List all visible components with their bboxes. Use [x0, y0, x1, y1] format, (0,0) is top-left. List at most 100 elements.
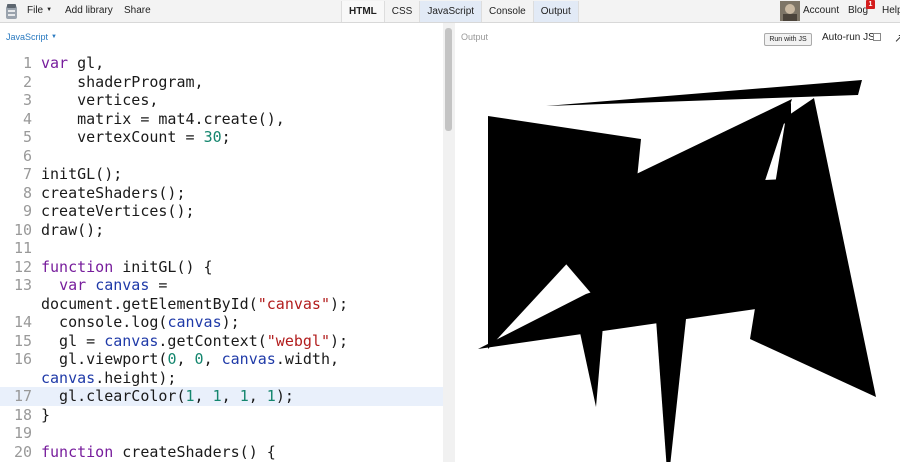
code-token: =: [149, 276, 168, 294]
jsbin-logo-icon[interactable]: [5, 3, 18, 20]
code-line[interactable]: 2 shaderProgram,: [0, 73, 443, 92]
code-token: function: [41, 442, 114, 461]
scrollbar-thumb[interactable]: [445, 28, 452, 131]
code-line[interactable]: 6: [0, 147, 443, 166]
code-token: canvas: [41, 368, 96, 387]
code-token: 1: [212, 387, 222, 405]
code-line[interactable]: canvas.height);: [0, 369, 443, 388]
line-number: 1: [22, 54, 32, 72]
help-menu[interactable]: Help: [882, 5, 900, 16]
code-text: function initGL() {: [41, 258, 213, 277]
code-line[interactable]: 4 matrix = mat4.create(),: [0, 110, 443, 129]
javascript-editor[interactable]: JavaScript ▼ 1 var gl, 2 shaderProgram, 3 ve…: [0, 23, 455, 462]
code-token: "webgl": [266, 331, 330, 350]
code-token: createShaders() {: [122, 442, 276, 461]
code-line[interactable]: 20 function createShaders() {: [0, 443, 443, 462]
chevron-down-icon: ▼: [46, 7, 53, 13]
line-number: 5: [22, 128, 32, 146]
tab-javascript[interactable]: JavaScript: [420, 1, 483, 22]
tab-css[interactable]: CSS: [385, 1, 421, 22]
code-line[interactable]: 11: [0, 239, 443, 258]
code-line[interactable]: 9 createVertices();: [0, 202, 443, 221]
code-text: }: [41, 406, 50, 425]
code-line[interactable]: 3 vertices,: [0, 91, 443, 110]
code-token: .width,: [275, 350, 340, 368]
code-area[interactable]: 1 var gl, 2 shaderProgram, 3 vertices, 4 mat…: [0, 54, 443, 461]
code-text: shaderProgram,: [41, 72, 204, 92]
code-token: 1: [266, 387, 276, 405]
editor-scrollbar[interactable]: [443, 23, 455, 462]
code-line[interactable]: 10 draw();: [0, 221, 443, 240]
code-token: );: [330, 294, 349, 313]
code-line[interactable]: 13 var canvas =: [0, 276, 443, 295]
code-text: createVertices();: [41, 202, 195, 221]
line-number: 7: [22, 165, 32, 183]
blog-menu[interactable]: Blog: [848, 5, 868, 16]
line-number: 16: [13, 350, 32, 368]
code-text: function createShaders() {: [41, 443, 276, 462]
output-label: Output: [461, 32, 489, 42]
code-line[interactable]: 15 gl = canvas.getContext("webgl");: [0, 332, 443, 351]
line-number: 17: [13, 387, 32, 405]
code-token: draw();: [41, 220, 105, 239]
code-line[interactable]: 19: [0, 424, 443, 443]
code-token: 0: [194, 350, 204, 368]
autorun-checkbox[interactable]: [873, 33, 881, 41]
code-line[interactable]: 16 gl.viewport(0, 0, canvas.width,: [0, 350, 443, 369]
line-number: 12: [13, 257, 32, 276]
output-pane: Output Run with JS Auto-run JS ↗: [456, 23, 900, 462]
code-line[interactable]: 14 console.log(canvas);: [0, 313, 443, 332]
code-text: createShaders();: [41, 184, 186, 203]
account-menu[interactable]: Account: [803, 5, 839, 16]
code-token: ,: [221, 387, 240, 405]
code-token: canvas: [221, 350, 276, 368]
line-number: 11: [13, 239, 32, 257]
code-text: vertices,: [41, 91, 158, 110]
code-token: );: [330, 331, 349, 350]
code-token: "canvas": [257, 294, 330, 313]
tab-html[interactable]: HTML: [342, 1, 385, 22]
line-number: 3: [22, 91, 32, 109]
avatar[interactable]: [780, 1, 800, 21]
code-line[interactable]: 7 initGL();: [0, 165, 443, 184]
line-number: 10: [13, 220, 32, 239]
code-token: shaderProgram,: [41, 72, 204, 91]
code-line[interactable]: 5 vertexCount = 30;: [0, 128, 443, 147]
panel-tabs: HTML CSS JavaScript Console Output: [341, 1, 579, 22]
code-line[interactable]: 1 var gl,: [0, 54, 443, 73]
code-token: ,: [203, 350, 222, 368]
expand-arrow-icon[interactable]: ↗: [894, 31, 900, 45]
triangle-shape: [656, 319, 686, 462]
tab-output[interactable]: Output: [533, 1, 579, 22]
code-token: createShaders();: [41, 183, 186, 202]
code-token: console.log(: [41, 313, 168, 331]
line-number: 20: [13, 442, 32, 461]
add-library-menu[interactable]: Add library: [65, 5, 113, 16]
code-token: function: [41, 257, 114, 276]
code-token: );: [275, 387, 294, 405]
webgl-canvas[interactable]: [456, 49, 900, 462]
share-menu[interactable]: Share: [124, 5, 151, 16]
code-line[interactable]: 8 createShaders();: [0, 184, 443, 203]
code-token: .getContext(: [158, 331, 267, 350]
code-line[interactable]: document.getElementById("canvas");: [0, 295, 443, 314]
chevron-down-icon: ▼: [51, 34, 57, 40]
code-text: initGL();: [41, 165, 122, 184]
code-text: console.log(canvas);: [41, 313, 240, 332]
code-line[interactable]: 17 gl.clearColor(1, 1, 1, 1);: [0, 387, 443, 406]
triangle-shape: [576, 314, 604, 407]
line-number: 9: [22, 202, 32, 220]
file-menu[interactable]: File ▼: [27, 5, 52, 16]
run-with-js-button[interactable]: Run with JS: [764, 33, 812, 46]
code-token: gl =: [41, 331, 105, 350]
code-line[interactable]: 12 function initGL() {: [0, 258, 443, 277]
code-line[interactable]: 18}: [0, 406, 443, 425]
code-token: );: [221, 313, 240, 331]
language-selector[interactable]: JavaScript ▼: [6, 32, 57, 42]
line-number: 4: [22, 109, 32, 128]
code-text: var canvas =: [41, 276, 167, 295]
code-text: gl = canvas.getContext("webgl");: [41, 332, 348, 351]
tab-console[interactable]: Console: [482, 1, 534, 22]
code-token: var: [41, 54, 69, 72]
code-token: ,: [248, 387, 267, 405]
